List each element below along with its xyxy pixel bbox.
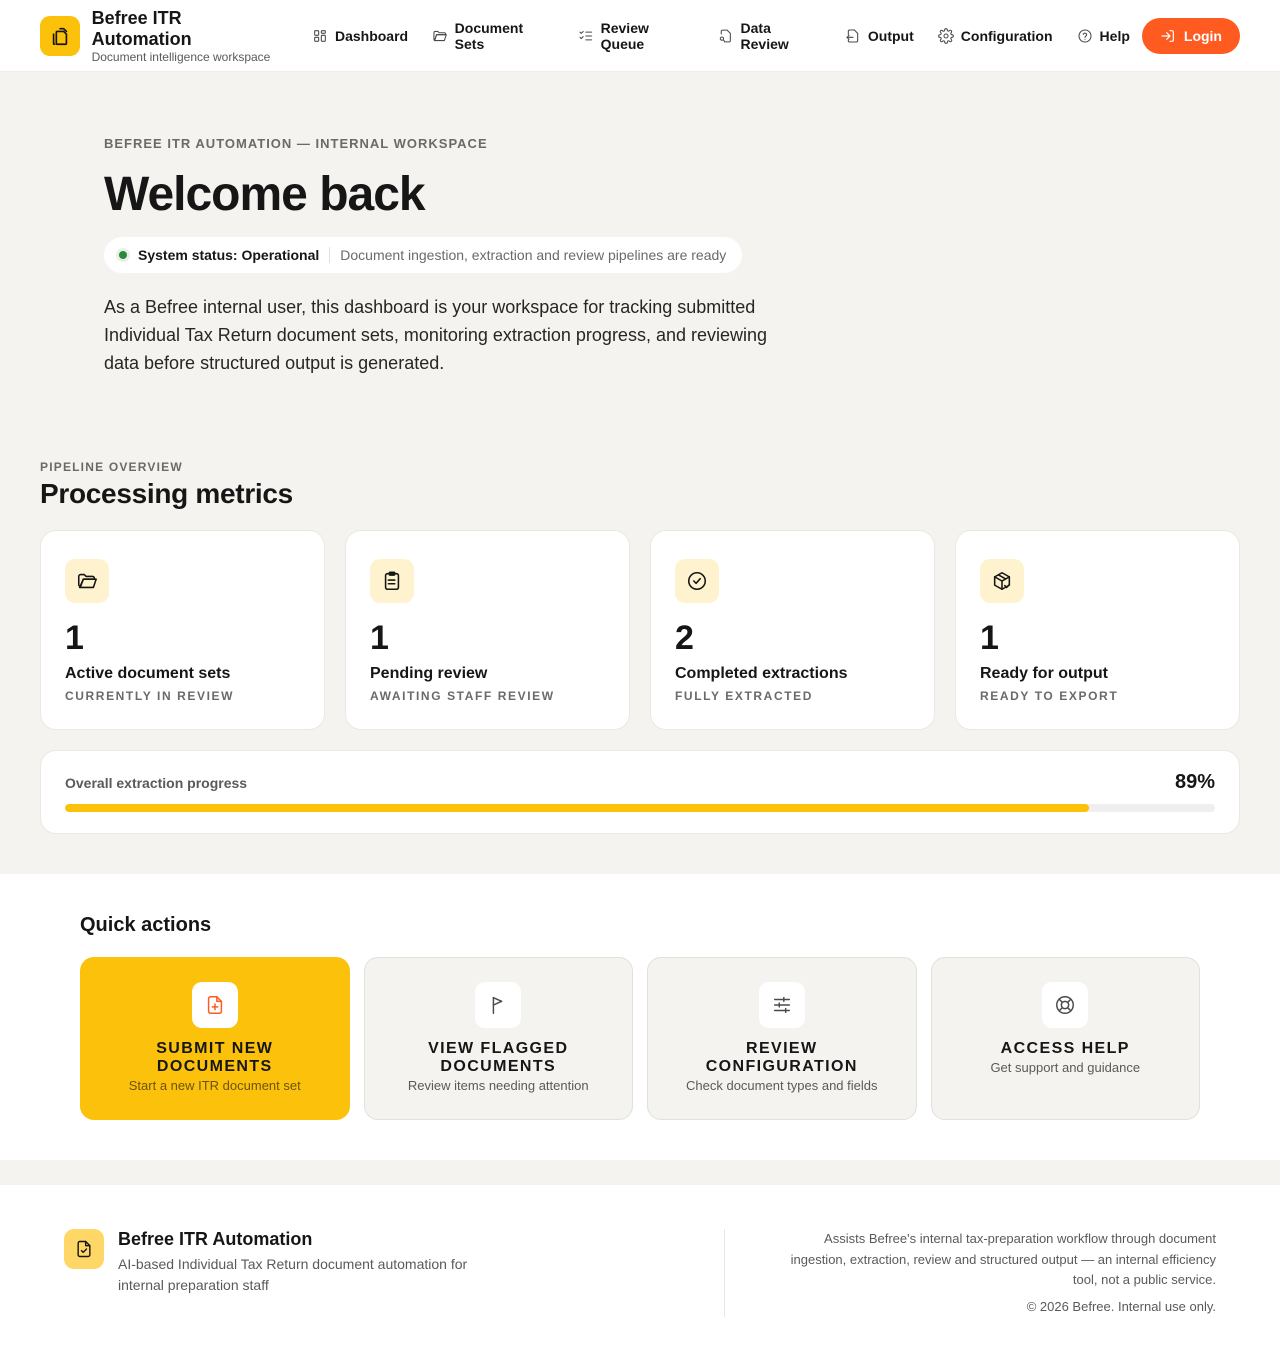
file-plus-icon <box>191 982 238 1028</box>
view-flagged-button[interactable]: VIEW FLAGGED DOCUMENTS Review items need… <box>363 957 633 1120</box>
submit-documents-button[interactable]: SUBMIT NEW DOCUMENTS Start a new ITR doc… <box>80 957 350 1120</box>
footer-logo-icon <box>64 1229 104 1269</box>
metric-sublabel: CURRENTLY IN REVIEW <box>65 689 235 703</box>
progress-fill <box>65 804 1089 812</box>
login-button[interactable]: Login <box>1141 17 1240 54</box>
help-circle-icon <box>1078 28 1092 43</box>
file-search-icon <box>719 29 731 42</box>
nav-dashboard[interactable]: Dashboard <box>300 18 420 54</box>
check-circle-icon <box>675 559 719 603</box>
lifebuoy-icon <box>1042 982 1089 1028</box>
footer-about: Assists Befree's internal tax-preparatio… <box>790 1231 1216 1287</box>
footer-description: AI-based Individual Tax Return document … <box>118 1256 468 1293</box>
nav-configuration[interactable]: Configuration <box>926 18 1065 54</box>
brand-logo-icon <box>40 15 80 56</box>
brand[interactable]: Befree ITR Automation Document intellige… <box>40 8 284 64</box>
status-divider <box>329 247 331 263</box>
nav-output[interactable]: Output <box>833 18 926 54</box>
hero-section: BEFREE ITR AUTOMATION — INTERNAL WORKSPA… <box>0 72 1280 460</box>
action-title: REVIEW CONFIGURATION <box>705 1040 858 1075</box>
status-label: System status: Operational <box>138 247 320 263</box>
nav-dashboard-label: Dashboard <box>334 27 409 44</box>
folder-icon <box>433 30 447 41</box>
dashboard-band: BEFREE ITR AUTOMATION — INTERNAL WORKSPA… <box>0 72 1280 874</box>
status-dot-icon <box>116 248 130 262</box>
quick-actions-section: Quick actions SUBMIT NEW DOCUMENTS Start… <box>0 874 1280 1160</box>
action-subtitle: Start a new ITR document set <box>128 1078 301 1093</box>
nav-review-queue[interactable]: Review Queue <box>566 18 706 54</box>
quick-actions-list: SUBMIT NEW DOCUMENTS Start a new ITR doc… <box>80 957 1200 1120</box>
page-title: Welcome back <box>104 168 426 221</box>
metric-card-completed-extractions[interactable]: 2 Completed extractions FULLY EXTRACTED <box>650 530 935 730</box>
quick-actions-title: Quick actions <box>80 914 212 936</box>
footer-copyright: © 2026 Befree. Internal use only. <box>1026 1298 1216 1314</box>
metric-cards: 1 Active document sets CURRENTLY IN REVI… <box>0 530 1280 730</box>
action-subtitle: Review items needing attention <box>407 1078 589 1093</box>
dashboard-icon <box>314 29 326 42</box>
nav-data-review[interactable]: Data Review <box>706 18 833 54</box>
file-export-icon <box>846 28 859 43</box>
footer-title: Befree ITR Automation <box>118 1229 313 1249</box>
nav-output-label: Output <box>867 27 914 44</box>
access-help-button[interactable]: ACCESS HELP Get support and guidance <box>930 957 1200 1120</box>
status-description: Document ingestion, extraction and revie… <box>340 247 727 263</box>
login-icon <box>1161 29 1174 42</box>
progress-value: 89% <box>1174 771 1215 793</box>
folder-open-icon <box>65 559 109 603</box>
hero-description: As a Befree internal user, this dashboar… <box>104 297 768 373</box>
metric-label: Completed extractions <box>675 665 848 682</box>
gear-icon <box>937 27 954 44</box>
section-divider <box>0 1160 1280 1185</box>
nav-document-sets[interactable]: Document Sets <box>420 18 566 54</box>
metric-sublabel: AWAITING STAFF REVIEW <box>370 689 555 703</box>
package-icon <box>980 559 1024 603</box>
main-nav: Dashboard Document Sets Review Queue Dat… <box>300 18 1142 54</box>
metric-card-pending-review[interactable]: 1 Pending review AWAITING STAFF REVIEW <box>345 530 630 730</box>
metric-sublabel: FULLY EXTRACTED <box>675 689 814 703</box>
metric-value: 1 <box>980 619 999 657</box>
metric-card-active-sets[interactable]: 1 Active document sets CURRENTLY IN REVI… <box>40 530 325 730</box>
brand-subtitle: Document intelligence workspace <box>91 49 271 64</box>
review-configuration-button[interactable]: REVIEW CONFIGURATION Check document type… <box>647 957 917 1120</box>
action-title: SUBMIT NEW DOCUMENTS <box>156 1040 274 1075</box>
nav-document-sets-label: Document Sets <box>454 19 524 52</box>
action-title: ACCESS HELP <box>1000 1040 1130 1057</box>
action-title: VIEW FLAGGED DOCUMENTS <box>428 1040 569 1075</box>
brand-title: Befree ITR Automation <box>91 7 192 49</box>
metric-label: Active document sets <box>65 665 231 682</box>
nav-data-review-label: Data Review <box>740 19 789 52</box>
metrics-eyebrow: PIPELINE OVERVIEW <box>40 460 183 474</box>
metric-sublabel: READY TO EXPORT <box>980 689 1119 703</box>
progress-label: Overall extraction progress <box>65 774 248 791</box>
nav-help-label: Help <box>1099 27 1130 44</box>
metric-card-ready-output[interactable]: 1 Ready for output READY TO EXPORT <box>955 530 1240 730</box>
nav-review-queue-label: Review Queue <box>600 19 649 52</box>
metric-label: Ready for output <box>980 665 1108 682</box>
metrics-title: Processing metrics <box>40 478 293 509</box>
progress-track <box>65 804 1215 812</box>
nav-help[interactable]: Help <box>1065 18 1142 54</box>
nav-configuration-label: Configuration <box>960 27 1053 44</box>
sliders-icon <box>758 982 805 1028</box>
metrics-section: PIPELINE OVERVIEW Processing metrics 1 A… <box>0 460 1280 834</box>
system-status-badge: System status: Operational Document inge… <box>104 237 743 273</box>
clipboard-icon <box>370 559 414 603</box>
list-check-icon <box>579 30 593 40</box>
metric-value: 2 <box>675 619 694 657</box>
extraction-progress-card: Overall extraction progress 89% <box>40 750 1240 834</box>
metric-value: 1 <box>65 619 84 657</box>
footer: Befree ITR Automation AI-based Individua… <box>0 1185 1280 1360</box>
metric-value: 1 <box>370 619 389 657</box>
action-subtitle: Get support and guidance <box>990 1060 1141 1075</box>
flag-icon <box>475 982 522 1028</box>
login-button-label: Login <box>1183 27 1222 44</box>
top-navigation-bar: Befree ITR Automation Document intellige… <box>0 0 1280 72</box>
metric-label: Pending review <box>370 665 488 682</box>
action-subtitle: Check document types and fields <box>686 1078 878 1093</box>
hero-eyebrow: BEFREE ITR AUTOMATION — INTERNAL WORKSPA… <box>104 136 488 151</box>
